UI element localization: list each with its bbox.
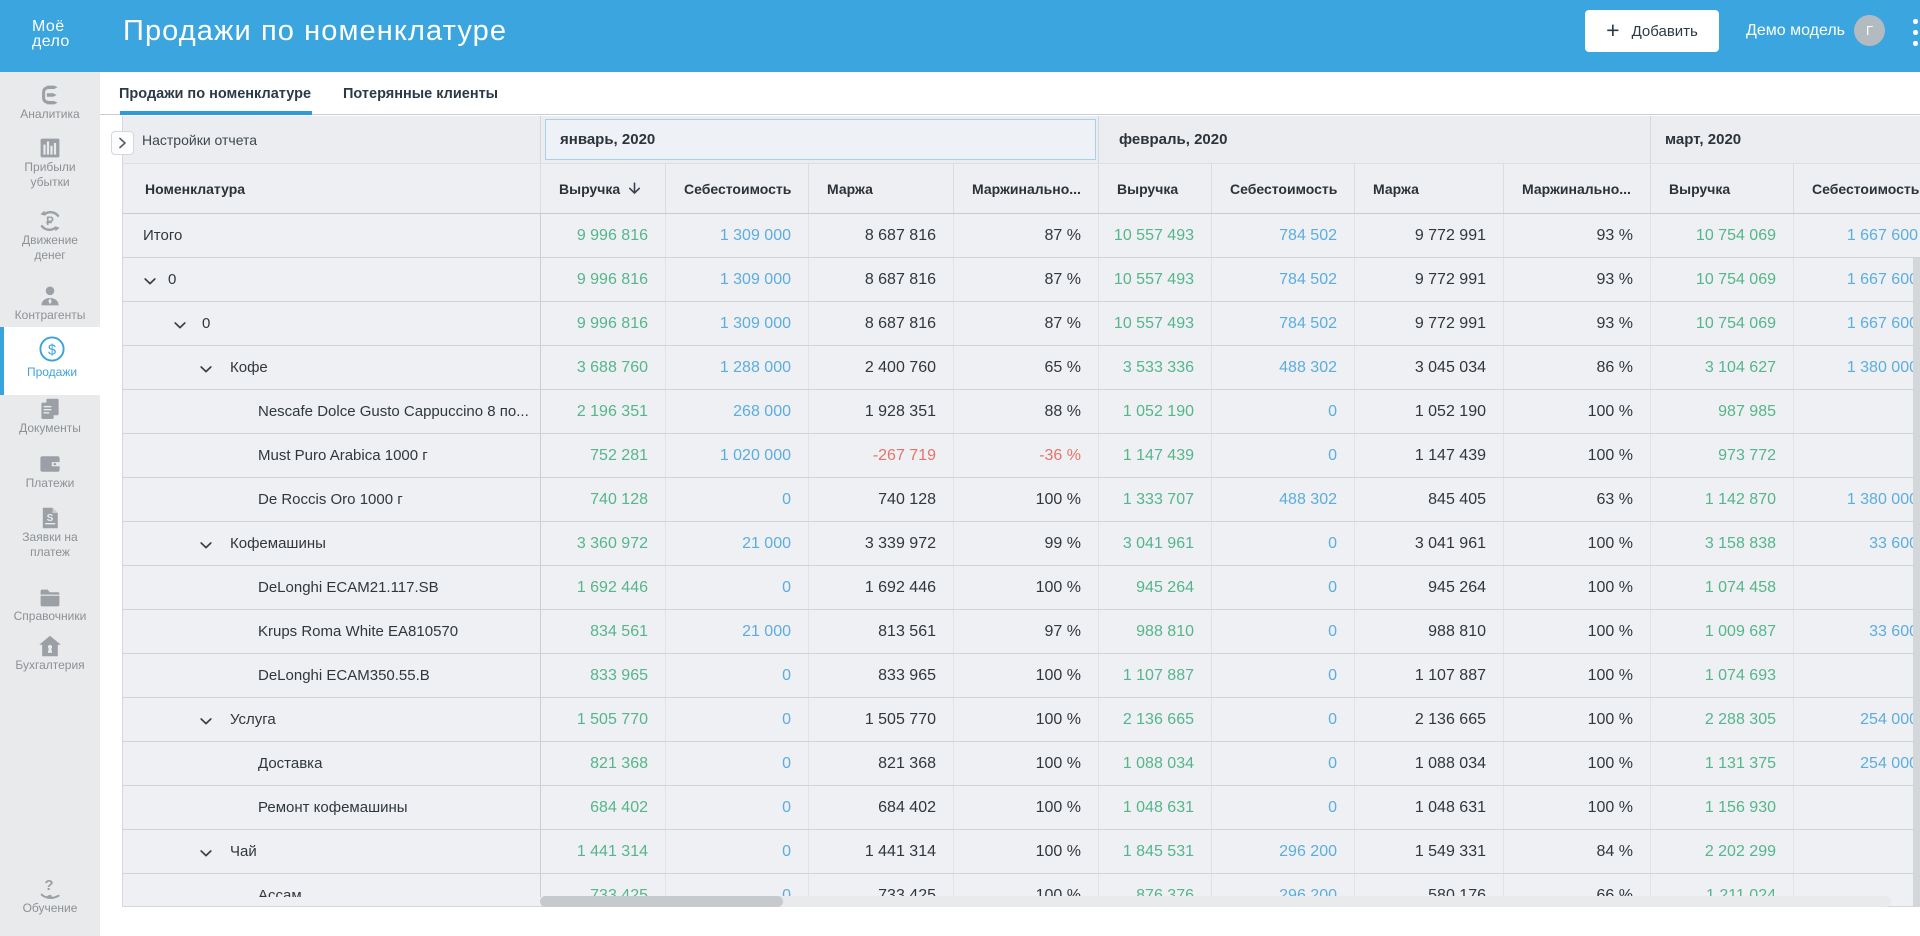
- svg-text:S: S: [47, 513, 54, 524]
- svg-text:$: $: [48, 342, 56, 358]
- svg-text:?: ?: [44, 877, 53, 894]
